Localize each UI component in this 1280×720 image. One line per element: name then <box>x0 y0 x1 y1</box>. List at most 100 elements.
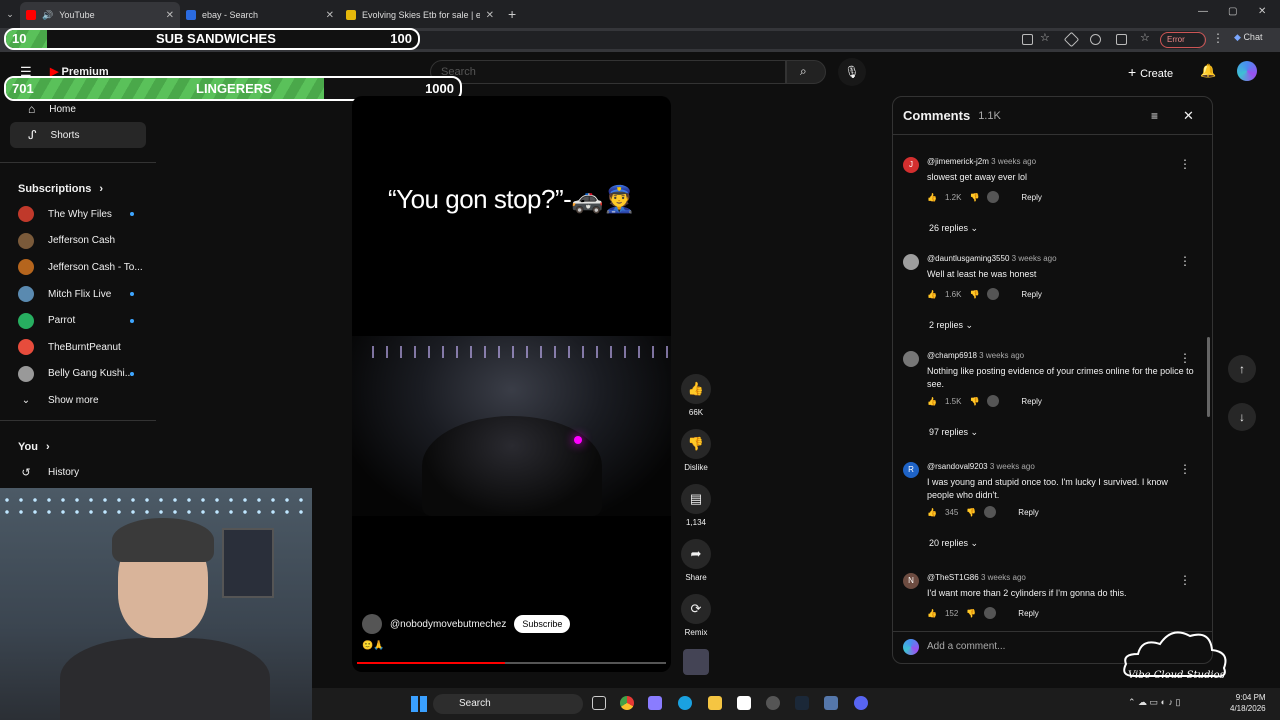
thumbs-down-icon[interactable]: 👎 <box>969 193 979 202</box>
close-tab-icon[interactable]: ✕ <box>166 10 174 21</box>
thumbs-down-icon[interactable]: 👎 <box>969 397 979 406</box>
subscribe-button[interactable]: Subscribe <box>514 615 571 633</box>
system-tray-icons[interactable]: ⌃ ☁ ▭ ◐ ♪ ▯ <box>1128 697 1180 708</box>
reply-button[interactable]: Reply <box>1018 508 1038 517</box>
tab-list-icon[interactable]: ⌄ <box>0 9 20 20</box>
extension-icon[interactable] <box>1116 34 1127 45</box>
thumbs-up-icon[interactable]: 👍 <box>927 290 937 299</box>
comment-author[interactable]: @TheST1G86 <box>927 573 979 582</box>
comment-menu-icon[interactable]: ⋮ <box>1179 351 1191 365</box>
comment-author[interactable]: @dauntlusgaming3550 <box>927 254 1009 263</box>
comment-author[interactable]: @champ6918 <box>927 351 977 360</box>
thumbs-up-icon[interactable]: 👍 <box>927 508 937 517</box>
close-tab-icon[interactable]: ✕ <box>326 10 334 21</box>
thumbs-down-icon[interactable]: 👎 <box>966 508 976 517</box>
subscription-item[interactable]: Jefferson Cash - To... <box>0 254 156 281</box>
share-button[interactable]: ➦ Share <box>680 539 712 582</box>
reply-button[interactable]: Reply <box>1021 193 1041 202</box>
search-button[interactable]: ⌕ <box>786 60 826 84</box>
comments-button[interactable]: ▤ 1,134 <box>680 484 712 527</box>
show-more-button[interactable]: ⌄ Show more <box>0 387 156 414</box>
extension-icon[interactable] <box>1022 34 1033 45</box>
channel-avatar[interactable] <box>362 614 382 634</box>
dislike-button[interactable]: 👎 Dislike <box>680 429 712 472</box>
taskbar-search[interactable]: Search <box>433 694 583 714</box>
comments-scrollbar[interactable] <box>1207 337 1210 417</box>
extension-icon[interactable] <box>1090 34 1101 45</box>
reply-button[interactable]: Reply <box>1021 397 1041 406</box>
thumbs-down-icon[interactable]: 👎 <box>969 290 979 299</box>
view-replies-button[interactable]: 26 replies ⌄ <box>929 223 978 234</box>
file-explorer-icon[interactable] <box>708 696 722 710</box>
view-replies-button[interactable]: 97 replies ⌄ <box>929 427 978 438</box>
thumbs-up-icon[interactable]: 👍 <box>927 193 937 202</box>
commenter-avatar[interactable] <box>903 254 919 270</box>
subscription-item[interactable]: The Why Files <box>0 201 156 228</box>
view-replies-button[interactable]: 2 replies ⌄ <box>929 320 973 331</box>
view-replies-button[interactable]: 20 replies ⌄ <box>929 538 978 549</box>
remix-button[interactable]: ⟳ Remix <box>680 594 712 637</box>
subscription-item[interactable]: TheBurntPeanut <box>0 334 156 361</box>
sort-icon[interactable]: ≡ <box>1151 109 1158 123</box>
maximize-icon[interactable]: ▢ <box>1228 6 1237 17</box>
voice-search-button[interactable]: 🎙 <box>838 58 866 86</box>
capcut-icon[interactable] <box>737 696 751 710</box>
start-icon[interactable] <box>411 696 427 712</box>
comment-author[interactable]: @rsandoval9203 <box>927 462 988 471</box>
notifications-bell-icon[interactable]: 🔔 <box>1200 63 1216 79</box>
bookmarks-icon[interactable]: ☆ <box>1140 31 1150 44</box>
commenter-avatar[interactable]: R <box>903 462 919 478</box>
close-window-icon[interactable]: ✕ <box>1258 6 1266 17</box>
bookmark-star-icon[interactable]: ☆ <box>1040 31 1050 44</box>
comment-author[interactable]: @jimemerick-j2m <box>927 157 989 166</box>
close-icon[interactable]: ✕ <box>1183 108 1194 124</box>
task-view-icon[interactable] <box>592 696 606 710</box>
minimize-icon[interactable]: — <box>1198 6 1208 17</box>
previous-short-button[interactable]: ↑ <box>1228 355 1256 383</box>
chrome-icon[interactable] <box>620 696 634 710</box>
subscriptions-heading[interactable]: Subscriptions › <box>0 169 156 201</box>
steam-icon[interactable] <box>795 696 809 710</box>
commenter-avatar[interactable] <box>903 351 919 367</box>
obs-icon[interactable] <box>766 696 780 710</box>
menu-dots-icon[interactable]: ⋮ <box>1212 31 1224 45</box>
app-icon[interactable] <box>824 696 838 710</box>
comment-menu-icon[interactable]: ⋮ <box>1179 573 1191 587</box>
create-button[interactable]: + Create <box>1128 60 1188 84</box>
edge-icon[interactable] <box>678 696 692 710</box>
discord-icon[interactable] <box>854 696 868 710</box>
channel-name[interactable]: @nobodymovebutmechez <box>390 619 506 630</box>
comment-menu-icon[interactable]: ⋮ <box>1179 157 1191 171</box>
tab-ebay-listing[interactable]: Evolving Skies Etb for sale | eBay ✕ <box>340 2 500 28</box>
profile-error-button[interactable]: Error <box>1160 32 1206 48</box>
subscription-item[interactable]: Belly Gang Kushi... <box>0 361 156 388</box>
comment-menu-icon[interactable]: ⋮ <box>1179 462 1191 476</box>
subscription-item[interactable]: Jefferson Cash <box>0 228 156 255</box>
thumbs-up-icon[interactable]: 👍 <box>927 609 937 618</box>
commenter-avatar[interactable]: J <box>903 157 919 173</box>
sidebar-item-shorts[interactable]: ᔑ Shorts <box>10 122 146 148</box>
speaker-icon[interactable]: 🔊 <box>42 10 53 21</box>
new-tab-icon[interactable]: + <box>508 6 516 22</box>
taskbar-clock[interactable]: 9:04 PM 4/18/2026 <box>1230 692 1266 714</box>
thumbs-down-icon[interactable]: 👎 <box>966 609 976 618</box>
you-heading[interactable]: You › <box>0 427 156 459</box>
subscription-item[interactable]: Mitch Flix Live <box>0 281 156 308</box>
video-progress-bar[interactable] <box>357 662 666 664</box>
next-short-button[interactable]: ↓ <box>1228 403 1256 431</box>
reply-button[interactable]: Reply <box>1018 609 1038 618</box>
account-avatar[interactable] <box>1237 61 1257 81</box>
shorts-video-player[interactable]: “You gon stop?”-🚓👮 @nobodymovebutmechez … <box>352 96 671 672</box>
comment-menu-icon[interactable]: ⋮ <box>1179 254 1191 268</box>
app-icon[interactable] <box>648 696 662 710</box>
like-button[interactable]: 👍 66K <box>680 374 712 417</box>
sound-thumbnail[interactable] <box>683 649 709 675</box>
tab-youtube[interactable]: 🔊 YouTube ✕ <box>20 2 180 28</box>
sidebar-item-history[interactable]: ↺ History <box>0 459 156 486</box>
thumbs-up-icon[interactable]: 👍 <box>927 397 937 406</box>
tab-ebay-search[interactable]: ebay - Search ✕ <box>180 2 340 28</box>
close-tab-icon[interactable]: ✕ <box>486 10 494 21</box>
commenter-avatar[interactable]: N <box>903 573 919 589</box>
search-input[interactable]: Search <box>430 60 786 84</box>
subscription-item[interactable]: Parrot <box>0 307 156 334</box>
